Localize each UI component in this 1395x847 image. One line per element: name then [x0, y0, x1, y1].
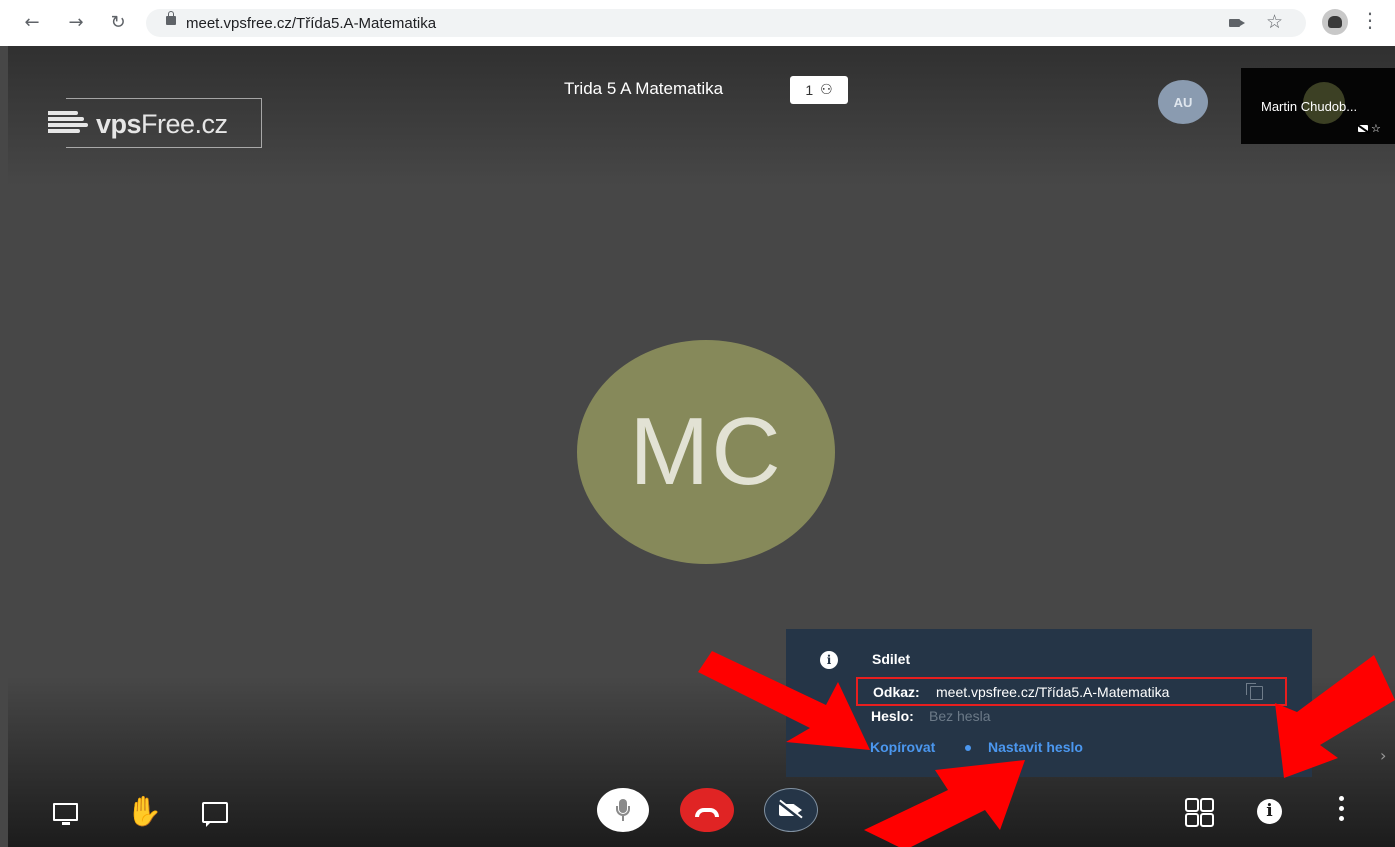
more-options-icon[interactable] [1339, 796, 1345, 822]
meeting-link-text[interactable]: meet.vpsfree.cz/Třída5.A-Matematika [936, 684, 1169, 700]
camera-permission-icon[interactable] [1229, 19, 1245, 27]
separator-dot [965, 745, 971, 751]
main-speaker-avatar: MC [577, 340, 835, 564]
copy-icon[interactable] [1246, 683, 1263, 700]
participants-icon: ⚇ [820, 82, 833, 98]
bookmark-star-icon[interactable]: ☆ [1266, 11, 1283, 33]
local-avatar[interactable]: AU [1158, 80, 1208, 124]
screen-share-icon[interactable] [53, 803, 79, 825]
moderator-star-icon: ☆ [1371, 122, 1381, 135]
microphone-button[interactable] [597, 788, 649, 832]
share-title: Sdilet [872, 651, 911, 667]
participant-count: 1 [805, 82, 814, 98]
browser-toolbar: ← → ↻ meet.vpsfree.cz/Třída5.A-Matematik… [0, 0, 1395, 46]
url-text[interactable]: meet.vpsfree.cz/Třída5.A-Matematika [186, 15, 436, 32]
logo-stripes-icon [48, 111, 88, 135]
password-value: Bez hesla [929, 708, 991, 724]
lock-icon [166, 11, 176, 25]
meeting-title: Trida 5 A Matematika [564, 79, 724, 98]
browser-menu-icon[interactable]: ⋮ [1360, 8, 1380, 32]
link-label: Odkaz: [873, 684, 920, 700]
camera-button[interactable] [764, 788, 818, 832]
hangup-button[interactable] [680, 788, 734, 832]
password-label: Heslo: [871, 708, 914, 724]
participant-thumbnail[interactable]: Martin Chudob... ☆ [1241, 68, 1395, 144]
profile-avatar-icon[interactable] [1322, 9, 1348, 35]
meeting-link-row: Odkaz: meet.vpsfree.cz/Třída5.A-Matemati… [856, 677, 1287, 706]
chat-icon[interactable] [202, 802, 228, 827]
raise-hand-icon[interactable]: ✋ [126, 794, 162, 829]
chevron-right-icon[interactable]: › [1380, 746, 1386, 765]
forward-arrow-icon[interactable]: → [62, 8, 90, 36]
meeting-stage: vpsFree.cz Trida 5 A Matematika 1 ⚇ AU M… [8, 46, 1395, 847]
camera-muted-icon [1358, 125, 1368, 132]
info-icon: i [820, 651, 838, 669]
address-bar[interactable]: meet.vpsfree.cz/Třída5.A-Matematika ☆ [146, 9, 1306, 37]
tile-view-icon[interactable] [1185, 798, 1215, 828]
participant-count-badge[interactable]: 1 ⚇ [790, 76, 848, 104]
reload-icon[interactable]: ↻ [104, 8, 132, 36]
thumbnail-name: Martin Chudob... [1261, 99, 1358, 114]
logo-text-light: Free.cz [141, 109, 228, 139]
hangup-icon [695, 808, 719, 817]
logo-text-bold: vps [96, 109, 142, 139]
vpsfree-logo: vpsFree.cz [48, 98, 262, 148]
set-password-button[interactable]: Nastavit heslo [988, 739, 1083, 755]
copy-link-button[interactable]: Kopírovat [870, 739, 935, 755]
share-info-panel: i Sdilet Odkaz: meet.vpsfree.cz/Třída5.A… [786, 629, 1312, 777]
info-icon[interactable]: i [1257, 799, 1282, 824]
back-arrow-icon[interactable]: ← [18, 8, 46, 36]
